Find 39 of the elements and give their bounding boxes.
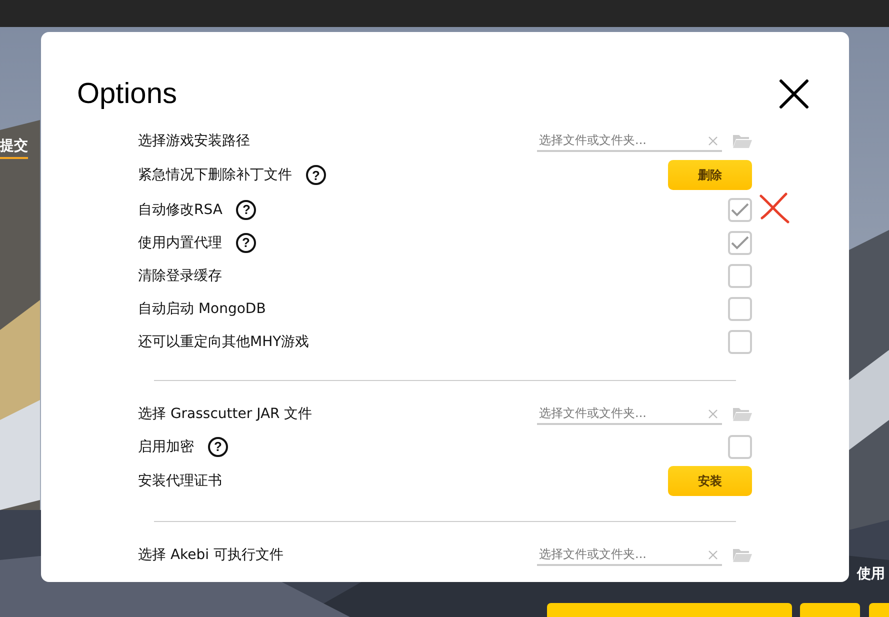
checkbox[interactable] [728, 330, 752, 354]
clear-icon[interactable] [708, 408, 718, 418]
action-button[interactable]: 删除 [668, 160, 752, 190]
path-field[interactable]: 选择文件或文件夹... [537, 130, 722, 152]
cross-mark-drawing [758, 192, 790, 224]
help-button[interactable]: ? [236, 232, 256, 252]
checkbox[interactable] [728, 296, 752, 320]
side-tab[interactable]: 提交 [0, 137, 28, 159]
folder-icon[interactable] [732, 132, 752, 148]
option-label: 清除登录缓存 [138, 266, 222, 284]
option-label: 还可以重定向其他MHY游戏 [138, 332, 310, 350]
close-icon[interactable] [779, 79, 809, 109]
checkbox[interactable] [728, 264, 752, 288]
path-field[interactable]: 选择文件或文件夹... [537, 402, 722, 424]
option-label: 安装代理证书 [138, 472, 222, 490]
folder-icon[interactable] [732, 406, 752, 422]
option-label: 自动修改RSA [138, 200, 222, 218]
option-label: 使用内置代理 [138, 234, 222, 252]
checkbox[interactable] [728, 434, 752, 458]
option-label: 自动启动 MongoDB [138, 300, 266, 318]
help-button[interactable]: ? [236, 200, 256, 220]
option-label: 选择 Akebi 可执行文件 [138, 546, 284, 564]
checkbox[interactable] [728, 230, 752, 254]
help-button[interactable]: ? [306, 165, 326, 185]
checkbox[interactable] [728, 198, 752, 222]
action-button[interactable] [800, 603, 860, 617]
option-label: 选择游戏安装路径 [138, 132, 250, 150]
action-button[interactable]: 安装 [668, 466, 752, 496]
help-button[interactable]: ? [208, 436, 228, 456]
option-label: 紧急情况下删除补丁文件 [138, 166, 292, 184]
option-label: 启用加密 [138, 438, 194, 456]
dialog-title: Options [77, 78, 177, 110]
option-label: 选择 Grasscutter JAR 文件 [138, 404, 312, 422]
folder-icon[interactable] [732, 546, 752, 562]
option-label: 使用 [857, 565, 885, 583]
path-field[interactable]: 选择文件或文件夹... [537, 544, 722, 566]
clear-icon[interactable] [708, 136, 718, 146]
clear-icon[interactable] [708, 550, 718, 560]
action-button[interactable] [547, 603, 792, 617]
